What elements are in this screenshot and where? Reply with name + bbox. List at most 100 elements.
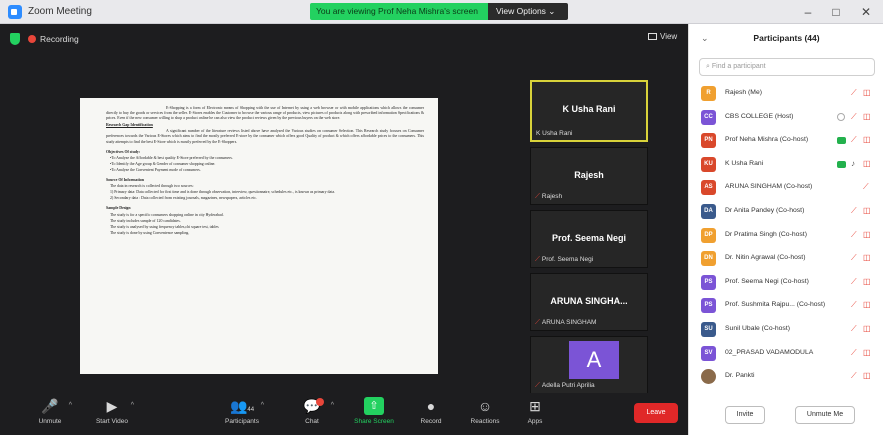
mic-muted-icon: ⟋ [535, 256, 540, 263]
participant-search-input[interactable]: ⌕ Find a participant [699, 58, 875, 76]
participant-row[interactable]: Dr. Pankti ⟋ ◫ [689, 365, 883, 389]
doc-source-heading: Source Of Information [106, 178, 144, 183]
participant-name: Prof. Seema Negi (Co-host) [725, 277, 809, 285]
doc-sample-item: The study is done by using Convenience s… [110, 230, 190, 235]
panel-footer: Invite Unmute Me [689, 400, 883, 435]
apps-button[interactable]: ⊞ Apps [505, 397, 565, 425]
screen-share-icon [837, 112, 845, 121]
participant-name: 02_PRASAD VADAMODULA [725, 348, 814, 356]
doc-source-intro: The data in research is collected throug… [110, 184, 194, 189]
participant-name: Rajesh (Me) [725, 89, 763, 96]
video-tile[interactable]: ARUNA SINGHA... ⟋ ARUNA SINGHAM [530, 273, 648, 331]
view-options-button[interactable]: View Options ⌄ [488, 3, 568, 20]
recording-label: Recording [40, 34, 79, 44]
zoom-app-icon [8, 5, 22, 19]
mic-muted-icon: ⟋ [851, 253, 857, 263]
window-title: Zoom Meeting [28, 6, 92, 17]
view-label: View [660, 32, 678, 41]
meeting-area: Recording View E-Shopping is a form of E… [0, 24, 688, 435]
doc-source: 2) Secondary data : Data collected from … [110, 196, 257, 201]
panel-header: ⌄ Participants (44) [689, 24, 883, 54]
reactions-label: Reactions [470, 418, 500, 425]
mic-muted-icon: ⟋ [535, 319, 540, 326]
video-off-icon: ◫ [863, 158, 871, 168]
sharing-screen-icon [837, 137, 846, 145]
chat-button[interactable]: 💬 ^ Chat [282, 397, 342, 425]
viewing-screen-banner: You are viewing Prof Neha Mishra's scree… [310, 3, 488, 20]
video-tile[interactable]: A ⟋ Adella Putri Aprilia [530, 336, 648, 394]
doc-objectives-heading: Objectives Of study: [106, 149, 141, 154]
doc-sample-item: The study is analysed by using frequency… [110, 224, 219, 229]
participant-row[interactable]: PN Prof Neha Mishra (Co-host) ⟋ ◫ [689, 129, 883, 153]
tile-label-text: ARUNA SINGHAM [541, 319, 597, 326]
participant-row[interactable]: DP Dr Pratima Singh (Co-host) ⟋ ◫ [689, 224, 883, 248]
mic-muted-icon: ⟋ [851, 111, 857, 121]
caret-up-icon[interactable]: ^ [69, 402, 72, 409]
video-off-icon: ◫ [863, 276, 871, 286]
mic-muted-icon: ⟋ [535, 193, 540, 200]
chat-label: Chat [305, 418, 319, 425]
mic-muted-icon: ⟋ [851, 135, 857, 145]
tile-name: Rajesh [574, 170, 604, 180]
view-button[interactable]: View [648, 32, 677, 41]
mic-muted-icon: ⟋ [851, 205, 857, 215]
record-button[interactable]: ● Record [401, 397, 461, 425]
chat-notification-badge [316, 398, 324, 406]
mic-muted-icon: ⟋ [535, 382, 540, 389]
unmute-me-button[interactable]: Unmute Me [795, 406, 855, 424]
caret-up-icon[interactable]: ^ [261, 402, 264, 409]
invite-button[interactable]: Invite [725, 406, 765, 424]
participant-row[interactable]: CC CBS COLLEGE (Host) ⟋ ◫ [689, 106, 883, 130]
doc-gap-heading: Research Gap Identification [106, 123, 153, 128]
start-video-label: Start Video [95, 418, 129, 425]
tile-label-text: Rajesh [541, 193, 563, 200]
doc-sample-heading: Sample Design [106, 206, 131, 211]
caret-up-icon[interactable]: ^ [331, 402, 334, 409]
caret-up-icon[interactable]: ^ [131, 402, 134, 409]
avatar [701, 369, 716, 385]
participants-button[interactable]: 👥44 ^ Participants [212, 397, 272, 425]
participant-name: Prof. Sushmita Rajpu... (Co-host) [725, 301, 826, 309]
participant-row[interactable]: AS ARUNA SINGHAM (Co-host) ⟋ [689, 176, 883, 200]
apps-icon: ⊞ [529, 398, 541, 414]
tile-label-text: Prof. Seema Negi [541, 256, 594, 263]
doc-source: 1) Primary data: Data collected for firs… [110, 190, 336, 195]
avatar: SV [701, 345, 716, 361]
participant-row[interactable]: DN Dr. Nitin Agrawal (Co-host) ⟋ ◫ [689, 247, 883, 271]
participant-row[interactable]: R Rajesh (Me) ⟋ ◫ [689, 82, 883, 106]
grid-view-icon [648, 33, 657, 40]
maximize-icon[interactable]: □ [822, 4, 850, 20]
doc-intro: E-Shopping is a form of Electronic means… [106, 106, 424, 121]
tile-label: ⟋ Rajesh [535, 193, 562, 201]
participant-row[interactable]: PS Prof. Seema Negi (Co-host) ⟋ ◫ [689, 271, 883, 295]
video-tile[interactable]: Rajesh ⟋ Rajesh [530, 147, 648, 205]
tile-label-text: Adella Putri Aprilia [541, 382, 595, 389]
tile-name: ARUNA SINGHA... [550, 296, 628, 306]
start-video-button[interactable]: ▶ ^ Start Video [82, 397, 142, 425]
recording-dot-icon [28, 35, 36, 43]
participant-row[interactable]: PS Prof. Sushmita Rajpu... (Co-host) ⟋ ◫ [689, 294, 883, 318]
share-screen-button[interactable]: ⇧ Share Screen [344, 397, 404, 425]
video-off-icon: ◫ [863, 135, 871, 145]
avatar: DA [701, 203, 716, 219]
participant-row[interactable]: SV 02_PRASAD VADAMODULA ⟋ ◫ [689, 342, 883, 366]
close-icon[interactable]: ✕ [852, 4, 880, 20]
mic-muted-icon: ⟋ [851, 88, 857, 97]
participant-row[interactable]: SU Sunil Ubale (Co-host) ⟋ ◫ [689, 318, 883, 342]
video-tile[interactable]: Prof. Seema Negi ⟋ Prof. Seema Negi [530, 210, 648, 268]
minimize-icon[interactable]: – [794, 4, 822, 20]
video-off-icon: ◫ [863, 88, 871, 97]
avatar: KU [701, 156, 716, 172]
mic-muted-icon: ⟋ [851, 323, 857, 333]
unmute-button[interactable]: 🎤 ^ Unmute [20, 397, 80, 425]
apps-label: Apps [527, 418, 543, 425]
video-tile-active-speaker[interactable]: K Usha Rani K Usha Rani [530, 80, 648, 142]
tile-name: K Usha Rani [562, 104, 616, 114]
participant-row[interactable]: KU K Usha Rani ♪ ◫ [689, 153, 883, 177]
leave-button[interactable]: Leave [634, 403, 678, 423]
participant-name: K Usha Rani [725, 159, 764, 167]
avatar: PS [701, 298, 716, 314]
avatar: PN [701, 133, 716, 149]
mic-muted-icon: ⟋ [851, 229, 857, 239]
participant-row[interactable]: DA Dr Anita Pandey (Co-host) ⟋ ◫ [689, 200, 883, 224]
